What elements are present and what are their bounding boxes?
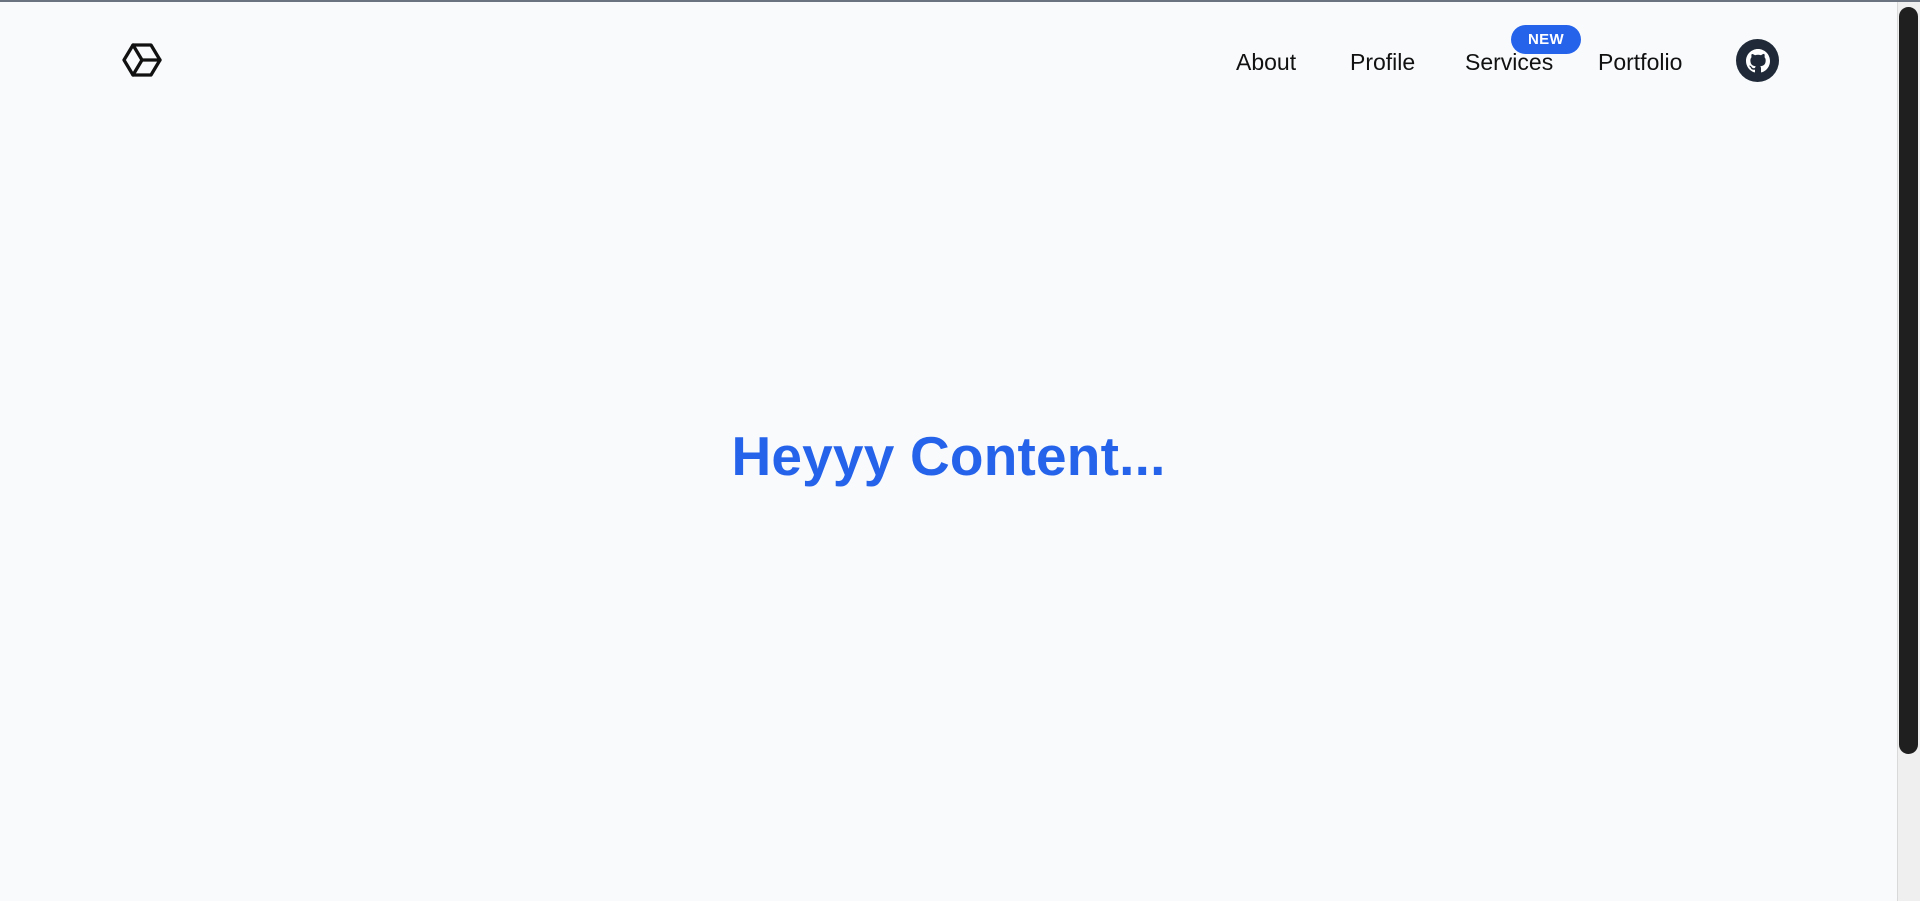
github-button[interactable] — [1736, 39, 1779, 82]
services-new-badge: NEW — [1511, 25, 1581, 54]
nav-portfolio-link[interactable]: Portfolio — [1598, 48, 1682, 76]
page-title: Heyyy Content... — [731, 425, 1166, 487]
main-navigation: About Profile Services NEW Portfolio — [0, 2, 1897, 114]
github-icon — [1745, 48, 1770, 72]
navbar: About Profile Services NEW Portfolio — [0, 2, 1897, 114]
vertical-scrollbar-thumb[interactable] — [1899, 7, 1918, 754]
page: About Profile Services NEW Portfolio Hey… — [0, 0, 1920, 901]
nav-about-link[interactable]: About — [1236, 48, 1296, 76]
nav-profile-link[interactable]: Profile — [1350, 48, 1415, 76]
